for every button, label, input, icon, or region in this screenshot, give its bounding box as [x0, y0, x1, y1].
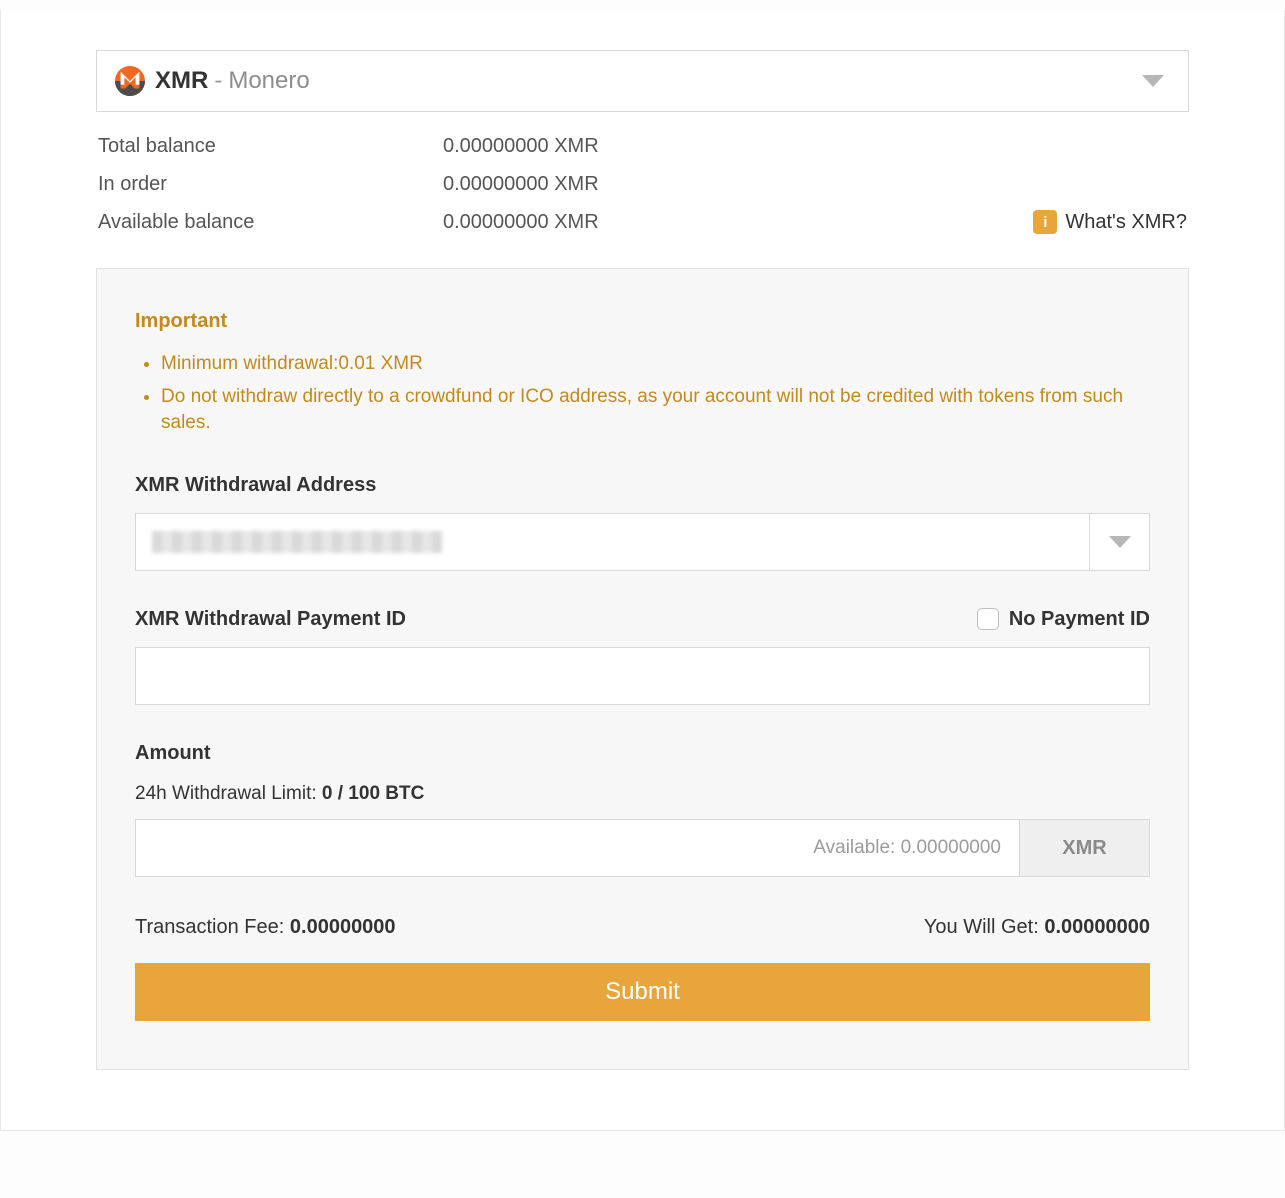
- fee-value: 0.00000000: [290, 916, 396, 938]
- redacted-address: [152, 531, 442, 553]
- no-payment-id-toggle[interactable]: No Payment ID: [977, 605, 1150, 633]
- chevron-down-icon: [1142, 75, 1164, 87]
- chevron-down-icon: [1109, 536, 1131, 548]
- inorder-label: In order: [98, 170, 443, 198]
- limit-prefix: 24h Withdrawal Limit:: [135, 783, 322, 804]
- inorder-value: 0.00000000 XMR: [443, 170, 599, 198]
- get-value: 0.00000000: [1044, 916, 1150, 938]
- whats-xmr-link[interactable]: What's XMR?: [1033, 208, 1187, 236]
- currency-symbol: XMR: [155, 64, 208, 98]
- available-value: 0.00000000 XMR: [443, 208, 599, 236]
- withdrawal-address-input[interactable]: [135, 513, 1090, 571]
- amount-input-group: XMR: [135, 819, 1150, 877]
- available-label: Available balance: [98, 208, 443, 236]
- amount-input[interactable]: [135, 819, 1020, 877]
- payment-id-label: XMR Withdrawal Payment ID: [135, 605, 406, 633]
- fee-label: Transaction Fee:: [135, 916, 290, 938]
- monero-icon: [115, 66, 145, 96]
- balance-row-available: Available balance 0.00000000 XMR What's …: [98, 208, 1187, 236]
- balance-row-total: Total balance 0.00000000 XMR: [98, 132, 1187, 160]
- address-input-group: [135, 513, 1150, 571]
- transaction-fee: Transaction Fee: 0.00000000: [135, 913, 396, 941]
- you-will-get: You Will Get: 0.00000000: [924, 913, 1150, 941]
- important-heading: Important: [135, 307, 1150, 335]
- total-balance-value: 0.00000000 XMR: [443, 132, 599, 160]
- whats-xmr-text: What's XMR?: [1065, 208, 1187, 236]
- amount-unit: XMR: [1020, 819, 1150, 877]
- get-label: You Will Get:: [924, 916, 1044, 938]
- address-dropdown-button[interactable]: [1090, 513, 1150, 571]
- no-payment-id-checkbox[interactable]: [977, 608, 999, 630]
- warning-list: Minimum withdrawal:0.01 XMR Do not withd…: [135, 351, 1150, 437]
- address-label: XMR Withdrawal Address: [135, 471, 1150, 499]
- currency-name: Monero: [228, 64, 309, 98]
- fee-row: Transaction Fee: 0.00000000 You Will Get…: [135, 913, 1150, 941]
- warning-item: Do not withdraw directly to a crowdfund …: [161, 384, 1150, 437]
- currency-separator: -: [214, 64, 222, 98]
- limit-value: 0 / 100 BTC: [322, 783, 424, 804]
- no-payment-id-text: No Payment ID: [1009, 605, 1150, 633]
- withdraw-panel: Important Minimum withdrawal:0.01 XMR Do…: [96, 268, 1189, 1070]
- balances-section: Total balance 0.00000000 XMR In order 0.…: [98, 132, 1187, 236]
- payment-id-input[interactable]: [135, 647, 1150, 705]
- withdraw-page: XMR - Monero Total balance 0.00000000 XM…: [0, 10, 1285, 1131]
- warning-item: Minimum withdrawal:0.01 XMR: [161, 351, 1150, 378]
- currency-selector[interactable]: XMR - Monero: [96, 50, 1189, 112]
- total-balance-label: Total balance: [98, 132, 443, 160]
- submit-button[interactable]: Submit: [135, 963, 1150, 1021]
- amount-label: Amount: [135, 739, 1150, 767]
- info-icon: [1033, 210, 1057, 234]
- withdrawal-limit: 24h Withdrawal Limit: 0 / 100 BTC: [135, 781, 1150, 808]
- balance-row-inorder: In order 0.00000000 XMR: [98, 170, 1187, 198]
